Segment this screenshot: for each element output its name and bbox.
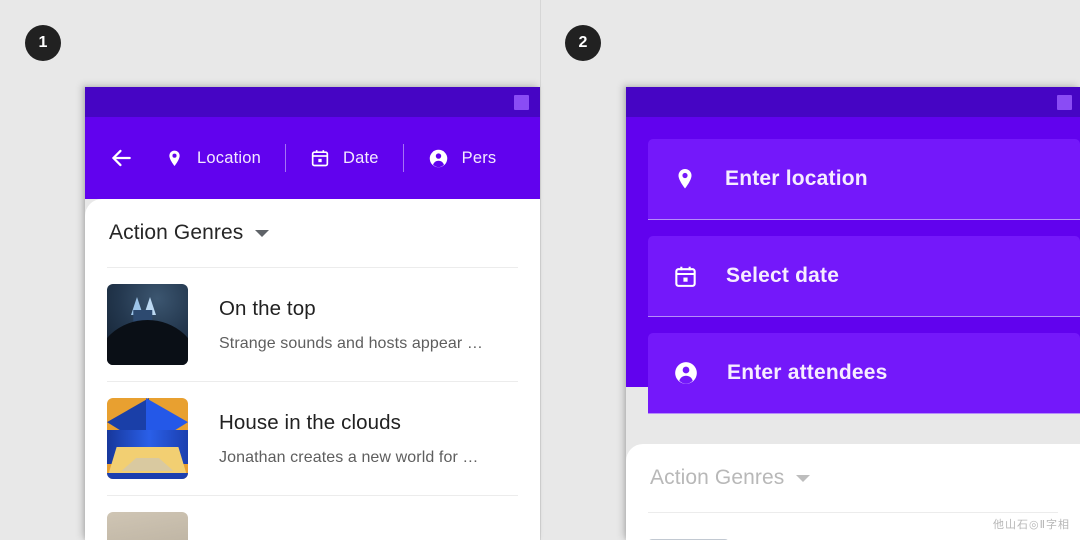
nav-item-persons-label: Pers	[462, 149, 497, 168]
nav-item-date[interactable]: Date	[286, 148, 403, 168]
step-badge-1: 1	[25, 25, 61, 61]
calendar-icon	[673, 264, 698, 289]
blue-orange-geometric-art	[107, 398, 188, 479]
phone-screen-2: Enter location Select date	[626, 87, 1080, 540]
step-badge-1-number: 1	[39, 35, 48, 51]
list-item-subtitle: Jonathan creates a new world for …	[219, 449, 518, 467]
step-badge-2-number: 2	[579, 35, 588, 51]
screenshot-stage: 1 2	[0, 0, 1080, 540]
list-item[interactable]: On the top Strange sounds and hosts appe…	[107, 268, 518, 381]
genre-filter-2[interactable]: Action Genres	[626, 444, 1080, 512]
attendees-field-label: Enter attendees	[727, 361, 888, 385]
night-house-on-hill-art	[107, 284, 188, 365]
person-icon	[673, 360, 699, 386]
list-item-title: On the top	[219, 297, 518, 321]
beige-texture-art	[107, 512, 188, 540]
list-item[interactable]: House in the clouds Jonathan creates a n…	[107, 382, 518, 495]
list-item-subtitle: Strange sounds and hosts appear …	[219, 335, 518, 353]
content-sheet-1: Action Genres On the top Strang	[85, 199, 540, 540]
genre-filter-label-1: Action Genres	[109, 221, 243, 245]
location-field-label: Enter location	[725, 167, 868, 191]
status-bar-indicator-icon	[1057, 95, 1072, 110]
date-field[interactable]: Select date	[648, 236, 1080, 317]
location-field[interactable]: Enter location	[648, 139, 1080, 220]
phone-screen-1: Location Date	[85, 87, 540, 540]
app-bar-1: Location Date	[85, 117, 540, 199]
watermark: 他山石◎Ⅱ字相	[993, 516, 1070, 532]
genre-filter-1[interactable]: Action Genres	[85, 199, 540, 267]
list-item[interactable]: Holding on	[107, 496, 518, 540]
chevron-down-icon	[255, 230, 269, 237]
step-badge-2: 2	[565, 25, 601, 61]
genre-filter-label-2: Action Genres	[650, 466, 784, 490]
nav-item-location[interactable]: Location	[141, 149, 285, 168]
location-pin-icon	[165, 149, 184, 168]
pane-divider	[540, 0, 541, 540]
person-icon	[428, 148, 449, 169]
list-item-title: House in the clouds	[219, 411, 518, 435]
status-bar-indicator-icon	[514, 95, 529, 110]
list-item-text: House in the clouds Jonathan creates a n…	[219, 411, 518, 467]
search-fields-panel: Enter location Select date	[626, 117, 1080, 387]
location-pin-icon	[673, 167, 697, 191]
app-bar-nav-items: Location Date	[141, 138, 540, 178]
chevron-down-icon	[796, 475, 810, 482]
date-field-label: Select date	[726, 264, 839, 288]
status-bar-2	[626, 87, 1080, 117]
nav-item-location-label: Location	[197, 149, 261, 168]
status-bar-1	[85, 87, 540, 117]
list-item-text: On the top Strange sounds and hosts appe…	[219, 297, 518, 353]
attendees-field[interactable]: Enter attendees	[648, 333, 1080, 414]
calendar-icon	[310, 148, 330, 168]
nav-item-persons[interactable]: Pers	[404, 148, 521, 169]
movie-list: On the top Strange sounds and hosts appe…	[85, 268, 540, 540]
nav-item-date-label: Date	[343, 149, 379, 168]
arrow-back-icon[interactable]	[101, 138, 141, 178]
